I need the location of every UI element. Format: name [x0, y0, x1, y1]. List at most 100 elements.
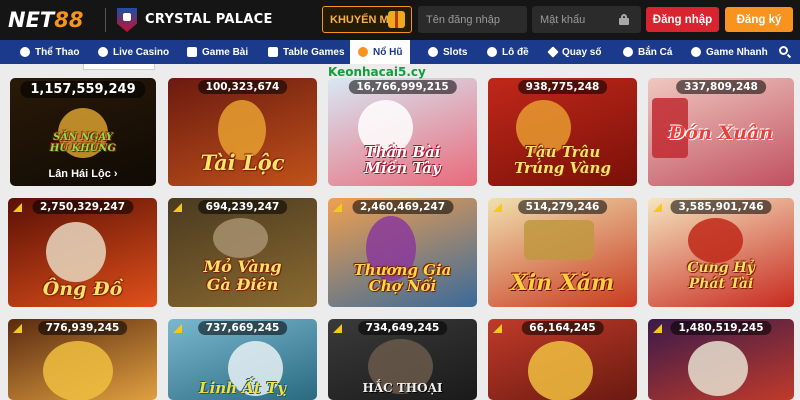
nav-item-live-casino[interactable]: Live Casino: [98, 40, 169, 64]
jackpot-amount: 16,766,999,215: [348, 80, 457, 94]
hot-flag-icon: [13, 324, 22, 333]
logo-88: 88: [54, 8, 84, 32]
header-divider: [105, 8, 106, 32]
game-card[interactable]: 3,585,901,746 Cung Hỷ Phát Tài: [648, 198, 794, 307]
nav-item-slots[interactable]: Slots: [428, 40, 467, 64]
lock-icon: [619, 14, 629, 25]
game-card[interactable]: 776,939,245: [8, 319, 157, 400]
game-card[interactable]: 694,239,247 Mỏ Vàng Gà Điên: [168, 198, 317, 307]
nav-label: Game Nhanh: [706, 46, 768, 58]
jackpot-amount: 337,809,248: [676, 80, 766, 94]
hot-flag-icon: [653, 203, 662, 212]
nav-item-lo-de[interactable]: Lô đề: [487, 40, 529, 64]
crest-emblem: [123, 13, 131, 21]
nav-label: Lô đề: [502, 46, 529, 58]
jackpot-amount: 514,279,246: [517, 200, 608, 214]
tab-indicator: [83, 64, 155, 70]
jackpot-amount: 737,669,245: [197, 321, 288, 335]
game-card[interactable]: 66,164,245: [488, 319, 637, 400]
slot-machine-icon: [358, 47, 368, 57]
game-title: Thương Gia Chợ Nổi: [353, 261, 452, 295]
jackpot-amount: 734,649,245: [357, 321, 448, 335]
slot-reel-icon: [428, 47, 438, 57]
game-art: [524, 220, 594, 260]
game-card[interactable]: 734,649,245 HẮC THOẠI: [328, 319, 477, 400]
jackpot-amount: 1,480,519,245: [670, 321, 772, 335]
game-art: [213, 218, 268, 258]
game-card[interactable]: 16,766,999,215 Thần Bài Miền Tây: [328, 78, 477, 186]
partner-name: CRYSTAL PALACE: [145, 12, 273, 27]
game-title: Tậu Trâu Trúng Vàng: [514, 143, 611, 177]
game-subtitle: Lân Hái Lộc ›: [48, 168, 118, 180]
game-art: [688, 341, 748, 396]
nav-item-the-thao[interactable]: Thể Thao: [20, 40, 79, 64]
nav-label: Slots: [443, 46, 468, 58]
soccer-ball-icon: [20, 47, 30, 57]
hot-flag-icon: [493, 203, 502, 212]
game-art: [43, 341, 113, 400]
gift-icon: [388, 11, 405, 28]
search-icon[interactable]: [779, 46, 792, 59]
jackpot-amount: 776,939,245: [37, 321, 128, 335]
game-title: Xin Xăm: [510, 270, 615, 296]
nav-item-ban-ca[interactable]: Bắn Cá: [623, 40, 672, 64]
game-title: Thần Bài Miền Tây: [364, 143, 441, 177]
promo-button[interactable]: KHUYẾN MÃI: [322, 6, 412, 33]
jackpot-amount: 1,157,559,249: [20, 81, 146, 98]
nav-item-game-nhanh[interactable]: Game Nhanh: [691, 40, 768, 64]
hot-flag-icon: [333, 203, 342, 212]
main-nav: Thể Thao Live Casino Game Bài Table Game…: [0, 40, 800, 64]
game-card[interactable]: 337,809,248 Đón Xuân: [648, 78, 794, 186]
game-title: Linh Ất Tỵ: [199, 379, 286, 397]
username-input[interactable]: [418, 6, 527, 33]
hot-flag-icon: [173, 324, 182, 333]
game-title: Mỏ Vàng Gà Điên: [203, 257, 282, 294]
game-title: Ông Đồ: [42, 278, 123, 300]
game-card[interactable]: 2,460,469,247 Thương Gia Chợ Nổi: [328, 198, 477, 307]
game-card[interactable]: 1,157,559,249 SĂN NGAY HŨ KHỦNG Lân Hái …: [10, 78, 156, 186]
game-card[interactable]: 100,323,674 Tài Lộc: [168, 78, 317, 186]
jackpot-amount: 100,323,674: [197, 80, 288, 94]
hot-flag-icon: [493, 324, 502, 333]
nav-item-table-games[interactable]: Table Games: [268, 40, 345, 64]
game-title: HẮC THOẠI: [362, 381, 443, 395]
nav-label: Live Casino: [113, 46, 170, 58]
hot-flag-icon: [13, 203, 22, 212]
nav-label: Thể Thao: [35, 46, 80, 58]
game-card[interactable]: 737,669,245 Linh Ất Tỵ: [168, 319, 317, 400]
game-card[interactable]: 2,750,329,247 Ông Đồ: [8, 198, 157, 307]
game-title: Cung Hỷ Phát Tài: [687, 260, 755, 292]
register-button[interactable]: Đăng ký: [725, 7, 793, 32]
hot-flag-icon: [333, 324, 342, 333]
game-card[interactable]: 514,279,246 Xin Xăm: [488, 198, 637, 307]
nav-label: Game Bài: [202, 46, 249, 58]
lottery-ball-icon: [487, 47, 497, 57]
rocket-icon: [691, 47, 701, 57]
login-button[interactable]: Đăng nhập: [646, 7, 719, 32]
jackpot-amount: 66,164,245: [521, 321, 604, 335]
net88-logo[interactable]: NET88: [8, 7, 83, 33]
nav-label: Nổ Hũ: [373, 46, 403, 58]
hot-flag-icon: [653, 324, 662, 333]
jackpot-amount: 2,460,469,247: [351, 200, 454, 214]
game-title: Tài Lộc: [200, 150, 285, 175]
game-art: [528, 341, 593, 400]
jackpot-amount: 3,585,901,746: [670, 200, 772, 214]
game-card[interactable]: 938,775,248 Tậu Trâu Trúng Vàng: [488, 78, 637, 186]
cards-icon: [187, 47, 197, 57]
fish-icon: [623, 47, 633, 57]
nav-item-game-bai[interactable]: Game Bài: [187, 40, 248, 64]
casino-chip-icon: [98, 47, 108, 57]
game-art: [688, 218, 743, 263]
nav-item-quay-so[interactable]: Quay số: [547, 40, 601, 64]
nav-label: Table Games: [283, 46, 345, 58]
jackpot-amount: 2,750,329,247: [31, 200, 134, 214]
game-title: SĂN NGAY HŨ KHỦNG: [49, 132, 117, 154]
game-art: [46, 222, 106, 282]
nav-item-no-hu[interactable]: Nổ Hũ: [350, 40, 411, 64]
site-watermark: Keonhacai5.cy: [328, 65, 426, 79]
game-title: Đón Xuân: [668, 122, 774, 144]
hot-flag-icon: [173, 203, 182, 212]
game-card[interactable]: 1,480,519,245: [648, 319, 794, 400]
spin-wheel-icon: [547, 46, 559, 58]
